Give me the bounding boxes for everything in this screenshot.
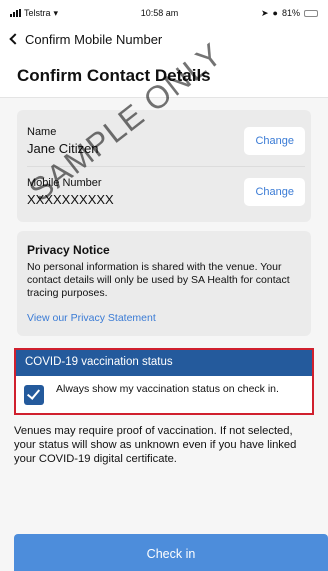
status-right: ➤ ● 81% (261, 8, 318, 19)
chevron-left-icon (9, 33, 21, 45)
wifi-icon: ▾ (53, 7, 59, 18)
page-title: Confirm Contact Details (17, 66, 211, 85)
privacy-text: No personal information is shared with t… (27, 261, 290, 299)
show-vaccination-checkbox[interactable] (24, 385, 44, 405)
privacy-notice-card: Privacy Notice No personal information i… (17, 231, 311, 336)
vaccination-status-option: Always show my vaccination status on che… (16, 376, 312, 413)
alarm-icon: ● (272, 8, 278, 18)
vaccination-checkbox-label: Always show my vaccination status on che… (56, 383, 279, 395)
privacy-statement-link[interactable]: View our Privacy Statement (27, 312, 301, 324)
status-bar: Telstra ▾ 10:58 am ➤ ● 81% (0, 0, 328, 26)
back-button[interactable]: Confirm Mobile Number (8, 32, 162, 47)
status-left: Telstra ▾ (10, 8, 58, 19)
back-label: Confirm Mobile Number (25, 31, 163, 47)
privacy-title: Privacy Notice (27, 243, 110, 257)
mobile-label: Mobile Number (27, 176, 102, 189)
checkmark-icon (26, 386, 41, 400)
battery-icon (303, 9, 318, 17)
carrier-name: Telstra (24, 8, 51, 18)
name-row: Name Jane Citizen Change (27, 116, 305, 166)
name-value: Jane Citizen (27, 141, 99, 156)
main-content: Name Jane Citizen Change Mobile Number X… (0, 98, 328, 571)
status-time: 10:58 am (140, 8, 179, 18)
signal-icon (10, 9, 21, 17)
vaccination-status-box: COVID-19 vaccination status Always show … (14, 348, 314, 415)
name-field: Name Jane Citizen (27, 126, 99, 156)
vaccination-status-header: COVID-19 vaccination status (16, 350, 312, 376)
location-arrow-icon: ➤ (260, 7, 269, 18)
vaccination-info-text: Venues may require proof of vaccination.… (14, 425, 297, 465)
battery-percent: 81% (281, 8, 300, 18)
name-label: Name (27, 126, 57, 138)
check-in-button[interactable]: Check in (14, 534, 328, 571)
change-mobile-button[interactable]: Change (244, 177, 305, 206)
change-name-button[interactable]: Change (244, 127, 305, 155)
nav-bar: Confirm Mobile Number (0, 26, 328, 52)
mobile-row: Mobile Number XXXXXXXXXX Change (27, 166, 305, 216)
page-header: Confirm Contact Details (0, 52, 328, 98)
mobile-value: XXXXXXXXXX (27, 191, 114, 207)
contact-card: Name Jane Citizen Change Mobile Number X… (17, 110, 311, 222)
mobile-field: Mobile Number XXXXXXXXXX (27, 177, 114, 207)
